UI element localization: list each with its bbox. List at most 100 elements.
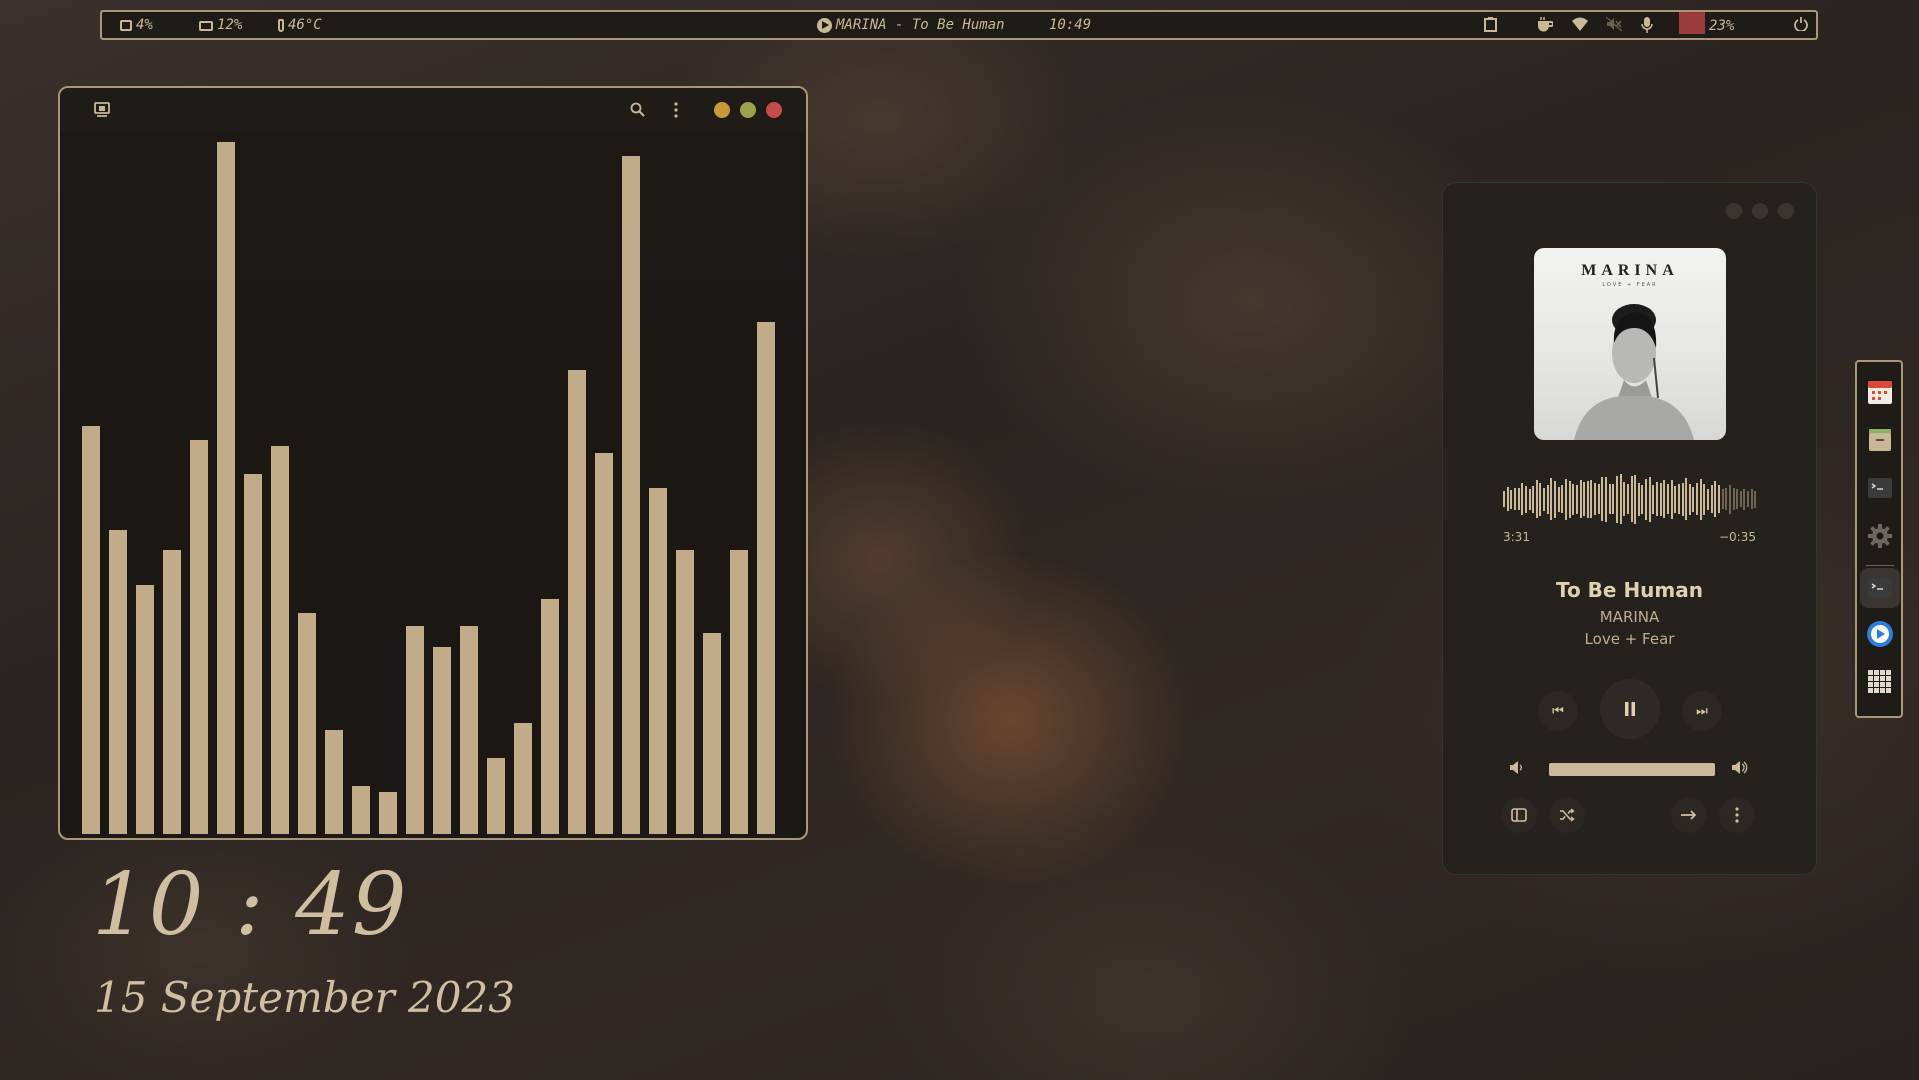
dock-terminal-active[interactable] <box>1860 568 1900 608</box>
track-artist: MARINA <box>1599 608 1660 626</box>
next-track-button[interactable]: ⏭ <box>1682 691 1722 731</box>
waveform-bar <box>1711 485 1713 513</box>
repeat-mode-button[interactable] <box>1671 797 1707 833</box>
speaker-muted-button[interactable] <box>1606 17 1622 31</box>
desktop-clock-time: 10 : 49 <box>92 855 409 955</box>
waveform-bar <box>1674 486 1676 513</box>
waveform-bar <box>1725 488 1727 510</box>
more-vertical-icon <box>1735 807 1739 823</box>
waveform-bar <box>1678 484 1680 514</box>
more-vertical-icon <box>674 102 678 118</box>
terminal-active-icon <box>1868 578 1892 598</box>
dock-files[interactable] <box>1864 424 1896 456</box>
waveform-bar <box>1656 482 1658 516</box>
volume-low-button[interactable] <box>1509 760 1525 779</box>
window-menu-button[interactable] <box>94 102 110 121</box>
microphone-button[interactable] <box>1641 17 1653 33</box>
waveform-bar <box>1722 489 1724 509</box>
app-icon <box>94 102 110 117</box>
track-album: Love + Fear <box>1584 630 1675 648</box>
shuffle-icon <box>1560 808 1575 822</box>
minimize-button[interactable] <box>1726 203 1742 219</box>
elapsed-time: 3:31 <box>1503 530 1530 544</box>
waveform-bar <box>1507 487 1509 511</box>
dock-media-player[interactable] <box>1864 618 1896 650</box>
waveform-bar <box>1543 488 1545 511</box>
microphone-icon <box>1641 17 1653 33</box>
window-titlebar[interactable] <box>60 88 806 132</box>
waveform-bar <box>1685 478 1687 520</box>
memory-usage-indicator[interactable]: 12% <box>199 17 242 33</box>
wifi-button[interactable] <box>1572 17 1588 31</box>
album-art: MARINA LOVE + FEAR <box>1534 248 1726 440</box>
volume-slider[interactable] <box>1549 763 1715 776</box>
volume-high-icon <box>1732 761 1748 774</box>
minimize-button[interactable] <box>714 102 730 118</box>
spectrum-bars <box>82 132 778 834</box>
search-button[interactable] <box>630 102 645 121</box>
power-button[interactable] <box>1794 17 1808 31</box>
window-options-button[interactable] <box>673 102 679 122</box>
waveform-bar <box>1700 479 1702 520</box>
album-art-portrait <box>1574 304 1694 440</box>
waveform-bar <box>1714 481 1716 517</box>
remaining-time: −0:35 <box>1718 530 1756 544</box>
play-pause-button[interactable] <box>1600 679 1660 739</box>
waveform-bar <box>1539 483 1541 516</box>
waveform-bar <box>1645 479 1647 520</box>
disk-usage-indicator[interactable]: 4% <box>120 17 153 33</box>
waveform-bar <box>1703 484 1705 515</box>
waveform-bar <box>1580 480 1582 518</box>
waveform-bar <box>1518 488 1520 510</box>
spectrum-bar <box>514 723 532 834</box>
dock-settings[interactable] <box>1864 520 1896 552</box>
music-player-window: MARINA LOVE + FEAR 3:31 −0:35 To Be Huma… <box>1442 182 1817 875</box>
dock-app-grid[interactable] <box>1864 666 1896 698</box>
memory-icon <box>199 20 213 31</box>
panel-clock[interactable]: 10:49 <box>1049 17 1091 33</box>
volume-high-button[interactable] <box>1731 760 1749 779</box>
temperature-indicator[interactable]: 46°C <box>278 17 322 33</box>
waveform-bar <box>1529 489 1531 510</box>
waveform-bar <box>1547 485 1549 514</box>
calendar-icon <box>1868 381 1892 404</box>
skip-next-icon: ⏭ <box>1696 703 1708 719</box>
dock-terminal[interactable] <box>1864 472 1896 504</box>
media-player-icon <box>1867 621 1893 647</box>
waveform-seekbar[interactable] <box>1503 473 1758 525</box>
maximize-button[interactable] <box>740 102 756 118</box>
thermometer-icon <box>278 18 284 32</box>
waveform-bar <box>1554 481 1556 518</box>
battery-indicator[interactable]: 23% <box>1679 12 1735 34</box>
sidebar-toggle-button[interactable] <box>1501 797 1537 833</box>
memory-usage-value: 12% <box>217 17 243 33</box>
close-button[interactable] <box>766 102 782 118</box>
dock-separator <box>1866 565 1894 566</box>
waveform-bar <box>1641 485 1643 514</box>
pause-icon <box>1625 702 1635 716</box>
waveform-bar <box>1718 485 1720 513</box>
waveform-bar <box>1627 484 1629 514</box>
spectrum-bar <box>622 156 640 834</box>
maximize-button[interactable] <box>1752 203 1768 219</box>
dock-calendar[interactable] <box>1864 376 1896 408</box>
coffee-button[interactable] <box>1537 17 1553 32</box>
clipboard-button[interactable] <box>1484 17 1497 32</box>
waveform-bar <box>1740 491 1742 507</box>
waveform-bar <box>1569 481 1571 518</box>
close-button[interactable] <box>1778 203 1794 219</box>
waveform-bar <box>1667 484 1669 514</box>
disk-icon <box>120 20 132 31</box>
sidebar-icon <box>1511 808 1527 822</box>
waveform-bar <box>1631 476 1633 522</box>
battery-value: 23% <box>1709 17 1735 34</box>
top-panel: 4% 12% 46°C MARINA - To Be Human 10:49 2… <box>100 10 1818 40</box>
previous-track-button[interactable]: ⏮ <box>1538 691 1578 731</box>
player-menu-button[interactable] <box>1719 797 1755 833</box>
desktop-clock-date: 15 September 2023 <box>94 973 515 1022</box>
now-playing-indicator[interactable]: MARINA - To Be Human <box>817 17 1005 33</box>
shuffle-button[interactable] <box>1549 797 1585 833</box>
spectrum-bar <box>487 758 505 834</box>
waveform-bar <box>1689 484 1691 515</box>
spectrum-bar <box>649 488 667 834</box>
